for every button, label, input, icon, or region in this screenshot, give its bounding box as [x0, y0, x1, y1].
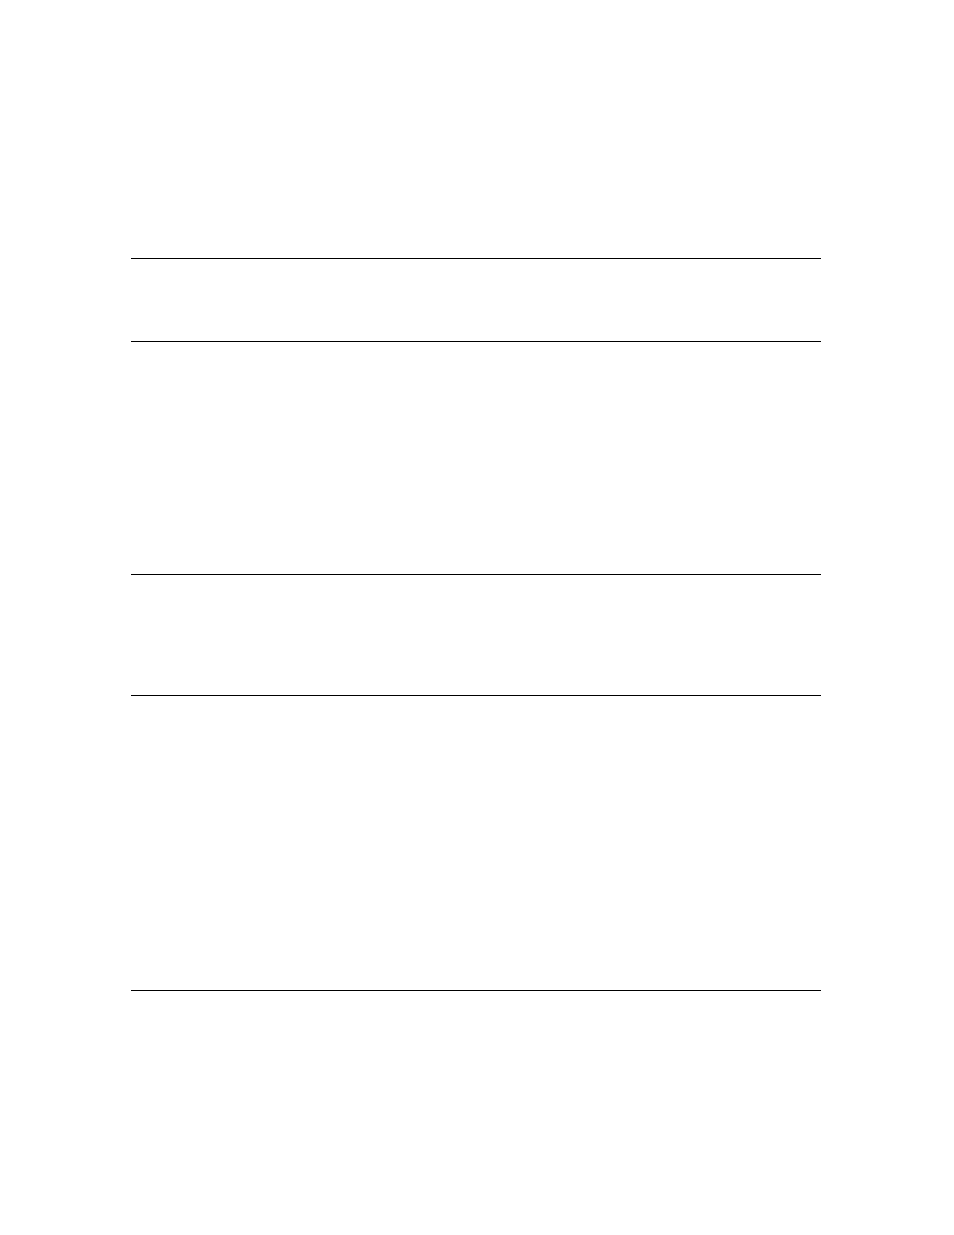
horizontal-rule — [131, 695, 821, 696]
horizontal-rule — [131, 574, 821, 575]
horizontal-rule — [131, 341, 821, 342]
horizontal-rule — [131, 990, 821, 991]
horizontal-rule — [131, 258, 821, 259]
